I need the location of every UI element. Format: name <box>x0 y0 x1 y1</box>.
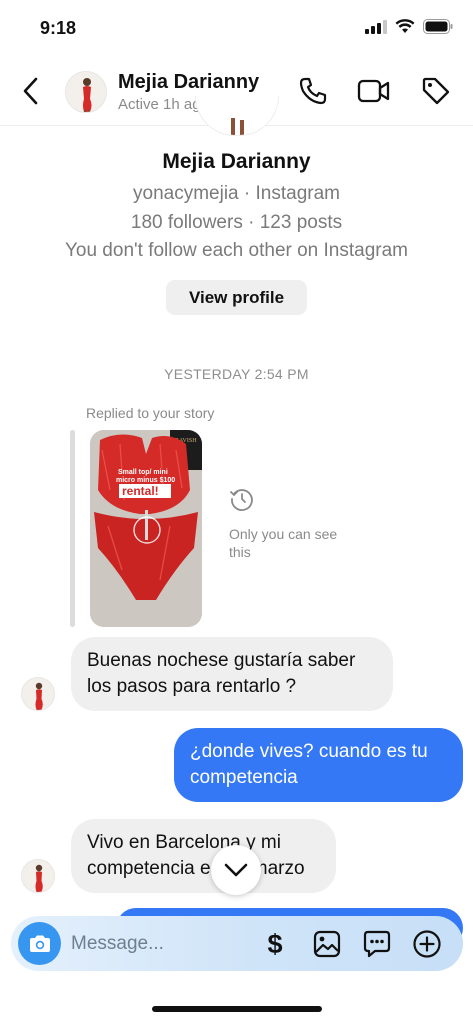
profile-name: Mejia Darianny <box>162 150 311 173</box>
hidden-story-text: Only you can see this <box>229 526 338 560</box>
sender-avatar[interactable] <box>21 859 55 893</box>
sender-photo <box>22 860 54 892</box>
sender-avatar[interactable] <box>21 677 55 711</box>
cellular-signal-icon <box>365 19 387 34</box>
video-call-button[interactable] <box>357 74 391 108</box>
story-highlight: rental! <box>122 484 159 498</box>
plus-circle-icon <box>413 930 441 958</box>
status-bar: 9:18 <box>0 0 473 56</box>
sticker-button[interactable] <box>360 927 394 961</box>
hidden-story-note: Only you can see this <box>229 486 339 561</box>
view-profile-button[interactable]: View profile <box>166 280 307 315</box>
status-time: 9:18 <box>40 18 77 38</box>
tag-icon <box>422 77 450 105</box>
date-separator: YESTERDAY 2:54 PM <box>164 366 309 382</box>
wifi-icon <box>395 19 415 33</box>
message-incoming[interactable]: Buenas nochese gustaría saber los pasos … <box>71 637 393 711</box>
chevron-left-icon <box>23 77 38 105</box>
story-reply-label: Replied to your story <box>86 405 215 421</box>
more-options-button[interactable] <box>410 927 444 961</box>
header-avatar[interactable] <box>65 71 107 113</box>
header-name[interactable]: Mejia Darianny <box>118 71 259 94</box>
image-icon <box>313 930 341 958</box>
sender-photo <box>22 678 54 710</box>
phone-icon <box>299 77 327 105</box>
profile-photo <box>66 72 106 112</box>
profile-stats: 180 followers · 123 posts <box>130 212 343 233</box>
history-icon <box>230 489 253 511</box>
call-button[interactable] <box>296 74 330 108</box>
profile-avatar-large[interactable] <box>195 96 279 136</box>
payment-button[interactable]: $ <box>258 927 292 961</box>
message-composer: $ <box>11 916 463 971</box>
video-camera-icon <box>357 79 390 103</box>
tag-button[interactable] <box>419 74 453 108</box>
reply-indicator-bar <box>70 430 75 627</box>
story-line-1: Small top/ mini <box>118 469 168 476</box>
scroll-to-bottom-button[interactable] <box>211 845 261 895</box>
battery-icon <box>423 19 453 34</box>
profile-handle: yonacymejia · Instagram <box>133 183 340 204</box>
chat-bubble-dots-icon <box>363 930 391 958</box>
gallery-button[interactable] <box>310 927 344 961</box>
profile-photo-large <box>196 96 278 135</box>
message-incoming[interactable]: Vivo en Barcelona y mi competencia es en… <box>71 819 336 893</box>
message-input[interactable] <box>71 924 251 963</box>
profile-follow-status: You don't follow each other on Instagram <box>64 240 409 261</box>
status-icons <box>365 19 453 34</box>
message-outgoing[interactable]: ¿donde vives? cuando es tu competencia <box>174 728 463 802</box>
chevron-down-icon <box>224 863 248 877</box>
dollar-icon: $ <box>267 928 283 959</box>
story-thumbnail[interactable]: RAVISH Small top/ mini micro minus $100 … <box>90 430 202 627</box>
back-button[interactable] <box>14 74 48 108</box>
camera-button[interactable] <box>18 922 61 965</box>
story-line-2: micro minus $100 <box>116 477 175 484</box>
camera-icon <box>29 935 50 952</box>
home-indicator <box>152 1006 322 1012</box>
